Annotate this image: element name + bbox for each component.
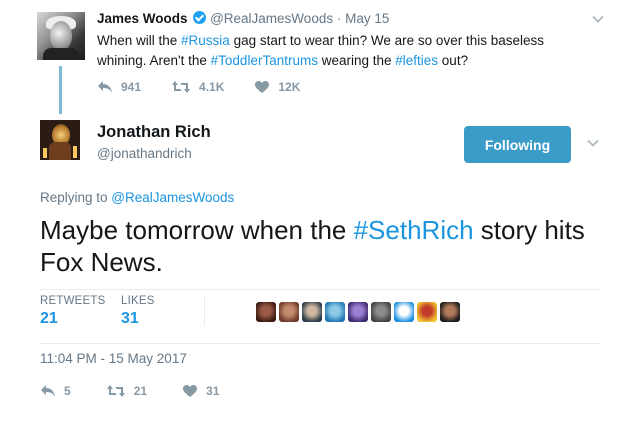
parent-author-avatar[interactable] <box>37 12 85 60</box>
parent-retweet-count: 4.1K <box>199 80 225 94</box>
likes-stat[interactable]: LIKES 31 <box>121 295 155 328</box>
liker-avatars <box>256 302 463 322</box>
text-segment: out? <box>438 53 469 68</box>
text-segment: wearing the <box>317 53 396 68</box>
liker-avatar-6[interactable] <box>371 302 391 322</box>
parent-tweet-actions: 941 4.1K 12K <box>97 80 330 94</box>
main-tweet-text: Maybe tomorrow when the #SethRich story … <box>40 214 600 278</box>
main-like-button[interactable]: 31 <box>182 384 219 398</box>
likes-value: 31 <box>121 310 139 327</box>
following-button[interactable]: Following <box>464 126 571 163</box>
parent-author-name[interactable]: James Woods <box>97 11 188 26</box>
parent-tweet-text: When will the #Russia gag start to wear … <box>97 31 587 71</box>
retweet-icon <box>172 81 191 93</box>
liker-avatar-9[interactable] <box>440 302 460 322</box>
retweets-stat[interactable]: RETWEETS 21 <box>40 295 106 328</box>
text-segment: When will the <box>97 33 182 48</box>
main-author-name[interactable]: Jonathan Rich <box>97 123 211 142</box>
reply-icon <box>41 385 55 397</box>
hashtag-russia-link[interactable]: #Russia <box>181 33 230 48</box>
reply-icon <box>98 81 112 93</box>
liker-avatar-3[interactable] <box>302 302 322 322</box>
verified-badge-icon <box>193 11 207 24</box>
parent-reply-count: 941 <box>121 80 142 94</box>
retweets-value: 21 <box>40 310 58 327</box>
liker-avatar-4[interactable] <box>325 302 345 322</box>
hashtag-lefties-link[interactable]: #lefties <box>395 53 438 68</box>
likes-label: LIKES <box>121 295 155 307</box>
liker-avatar-2[interactable] <box>279 302 299 322</box>
main-tweet-more-chevron-icon[interactable] <box>586 136 600 150</box>
heart-icon <box>255 81 270 93</box>
heart-icon <box>183 385 198 397</box>
main-retweet-button[interactable]: 21 <box>106 384 147 398</box>
parent-like-button[interactable]: 12K <box>254 80 300 94</box>
parent-reply-button[interactable]: 941 <box>97 80 141 94</box>
main-author-avatar[interactable] <box>40 120 80 160</box>
stats-divider <box>204 296 205 326</box>
parent-tweet-separator: · <box>336 11 342 26</box>
main-retweet-count: 21 <box>133 384 148 398</box>
text-segment: Maybe tomorrow when the <box>40 215 354 245</box>
liker-avatar-1[interactable] <box>256 302 276 322</box>
retweets-label: RETWEETS <box>40 295 106 307</box>
main-reply-button[interactable]: 5 <box>40 384 71 398</box>
replying-to-mention-link[interactable]: @RealJamesWoods <box>111 190 234 205</box>
thread-connector-line <box>59 66 62 114</box>
parent-retweet-button[interactable]: 4.1K <box>171 80 224 94</box>
parent-tweet-header: James Woods @RealJamesWoods · May 15 <box>97 11 389 26</box>
main-tweet-actions: 5 21 31 <box>40 384 254 398</box>
retweet-icon <box>106 385 125 397</box>
liker-avatar-8[interactable] <box>417 302 437 322</box>
parent-tweet-more-chevron-icon[interactable] <box>591 12 605 26</box>
hashtag-sethrich-link[interactable]: #SethRich <box>354 215 474 245</box>
main-like-count: 31 <box>206 384 220 398</box>
parent-tweet-date[interactable]: May 15 <box>345 11 389 26</box>
hashtag-toddlertantrums-link[interactable]: #ToddlerTantrums <box>211 53 318 68</box>
replying-to-line: Replying to @RealJamesWoods <box>40 190 234 205</box>
tweet-timestamp[interactable]: 11:04 PM - 15 May 2017 <box>40 351 187 366</box>
tweet-stats-bar: RETWEETS 21 LIKES 31 <box>40 289 600 344</box>
replying-to-prefix: Replying to <box>40 190 112 205</box>
liker-avatar-5[interactable] <box>348 302 368 322</box>
parent-like-count: 12K <box>278 80 301 94</box>
parent-author-handle[interactable]: @RealJamesWoods <box>210 11 333 26</box>
main-reply-count: 5 <box>64 384 71 398</box>
main-author-handle[interactable]: @jonathandrich <box>97 146 192 161</box>
liker-avatar-7[interactable] <box>394 302 414 322</box>
